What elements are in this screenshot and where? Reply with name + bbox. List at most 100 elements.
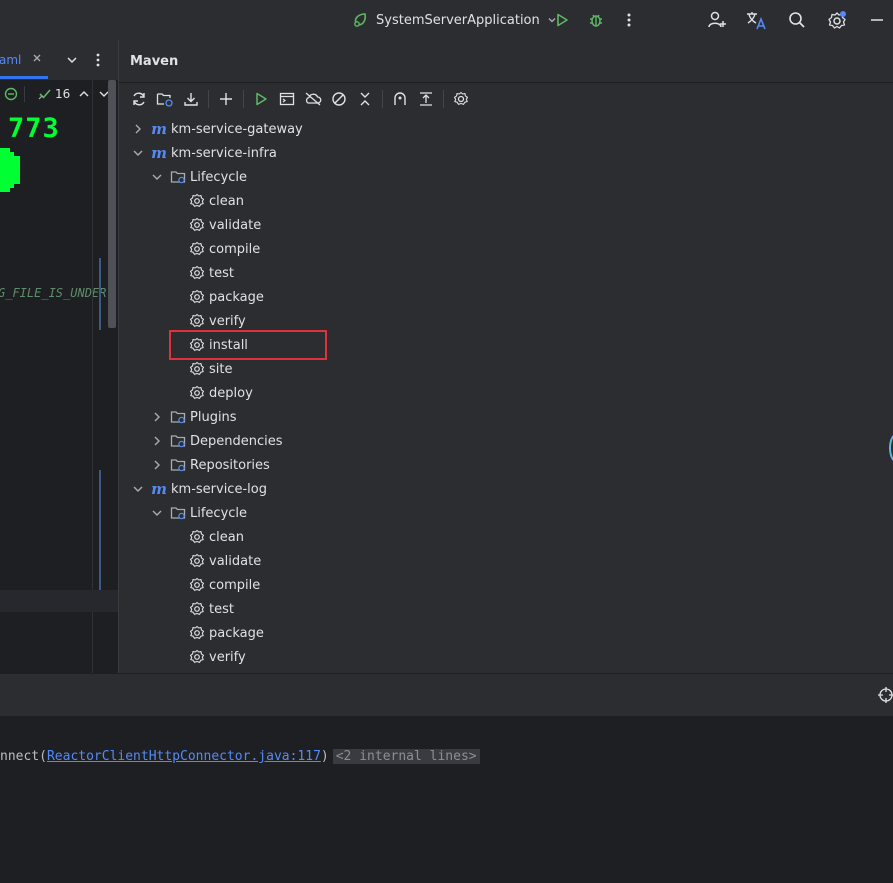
tree-item-label: test: [209, 601, 234, 617]
ascii-banner-text: 773: [8, 113, 60, 144]
tree-item-goal[interactable]: test: [119, 261, 893, 285]
skip-tests-button[interactable]: [328, 88, 350, 110]
cloud-off-icon: [304, 92, 322, 106]
tree-item-label: test: [209, 265, 234, 281]
chevron-down-icon[interactable]: [150, 170, 164, 184]
toolbar-divider: [208, 90, 209, 108]
download-icon: [183, 91, 199, 107]
chevron-down-icon[interactable]: [131, 146, 145, 160]
inspection-widget: 16: [0, 80, 118, 108]
debug-button[interactable]: [585, 9, 607, 31]
run-configuration-selector[interactable]: SystemServerApplication: [352, 9, 558, 31]
tree-item-goal[interactable]: compile: [119, 237, 893, 261]
expand-all-button[interactable]: [415, 88, 437, 110]
tree-item-folder[interactable]: Dependencies: [119, 429, 893, 453]
settings-button[interactable]: [826, 9, 848, 31]
stacktrace-link[interactable]: ReactorClientHttpConnector.java:117: [47, 749, 321, 764]
chevron-down-icon[interactable]: [131, 482, 145, 496]
show-dependencies-button[interactable]: [389, 88, 411, 110]
chevron-right-icon[interactable]: [150, 410, 164, 424]
tree-item-goal[interactable]: install: [119, 333, 893, 357]
tree-item-label: km-service-gateway: [171, 121, 303, 137]
run-maven-build-button[interactable]: [250, 88, 272, 110]
tree-item-goal[interactable]: verify: [119, 645, 893, 669]
tab-list-chevron-icon[interactable]: [66, 54, 78, 66]
settings-icon: [827, 10, 847, 30]
chevron-up-icon[interactable]: [78, 88, 90, 100]
toolbar-divider: [382, 90, 383, 108]
folder-icon: [170, 505, 186, 521]
gear-icon: [189, 553, 205, 569]
tree-item-module[interactable]: m km-service-infra: [119, 141, 893, 165]
tree-item-goal[interactable]: package: [119, 285, 893, 309]
editor-scrollbar[interactable]: [108, 80, 116, 328]
maven-tool-window: Maven m km-service-gateway m km-service-inf…: [119, 40, 893, 673]
code-with-me-button[interactable]: [706, 9, 728, 31]
tree-item-goal[interactable]: site: [119, 357, 893, 381]
editor-tab-label[interactable]: aml: [0, 53, 21, 67]
add-user-icon: [707, 10, 727, 30]
run-button[interactable]: [551, 9, 573, 31]
folder-refresh-icon: [156, 91, 174, 107]
maven-settings-button[interactable]: [450, 88, 472, 110]
gear-icon: [453, 91, 469, 107]
divider: [24, 86, 25, 102]
tree-item-folder[interactable]: Lifecycle: [119, 501, 893, 525]
gear-icon: [189, 385, 205, 401]
tree-item-label: Plugins: [190, 409, 237, 425]
more-vertical-icon: [626, 12, 632, 28]
translate-button[interactable]: [745, 9, 767, 31]
tree-item-goal[interactable]: clean: [119, 525, 893, 549]
tree-item-module[interactable]: m km-service-gateway: [119, 117, 893, 141]
more-actions-button[interactable]: [618, 9, 640, 31]
folded-lines-toggle[interactable]: <2 internal lines>: [332, 749, 480, 764]
chevron-right-icon[interactable]: [150, 434, 164, 448]
maven-title: Maven: [130, 54, 179, 69]
minimize-button[interactable]: [866, 9, 888, 31]
gear-icon: [189, 313, 205, 329]
tree-item-folder[interactable]: Repositories: [119, 453, 893, 477]
tree-item-label: validate: [209, 217, 262, 233]
tree-item-goal[interactable]: validate: [119, 213, 893, 237]
generate-sources-button[interactable]: [154, 88, 176, 110]
tree-item-goal[interactable]: validate: [119, 549, 893, 573]
tree-item-goal[interactable]: compile: [119, 573, 893, 597]
folder-icon: [170, 169, 186, 185]
tree-item-module[interactable]: m km-service-log: [119, 477, 893, 501]
tree-item-goal[interactable]: deploy: [119, 381, 893, 405]
toggle-offline-button[interactable]: [302, 88, 324, 110]
tree-item-goal[interactable]: clean: [119, 189, 893, 213]
chevron-right-icon[interactable]: [131, 122, 145, 136]
run-panel-header: [0, 673, 893, 717]
tree-item-goal[interactable]: verify: [119, 309, 893, 333]
code-fragment: G_FILE_IS_UNDER: [0, 286, 107, 300]
collapse-all-button[interactable]: [354, 88, 376, 110]
tree-item-goal[interactable]: test: [119, 597, 893, 621]
execute-goal-button[interactable]: [276, 88, 298, 110]
tree-item-goal[interactable]: package: [119, 621, 893, 645]
tree-item-label: Dependencies: [190, 433, 283, 449]
toolbar-divider: [243, 90, 244, 108]
tree-item-folder[interactable]: Lifecycle: [119, 165, 893, 189]
inspection-count[interactable]: 16: [55, 87, 70, 101]
gear-icon: [189, 529, 205, 545]
tree-item-label: Lifecycle: [190, 169, 248, 185]
tree-item-folder[interactable]: Plugins: [119, 405, 893, 429]
folder-icon: [170, 433, 186, 449]
collapse-circle-icon[interactable]: [4, 87, 18, 101]
folder-icon: [170, 409, 186, 425]
search-button[interactable]: [786, 9, 808, 31]
maven-module-icon: m: [151, 120, 167, 138]
chevron-down-icon[interactable]: [150, 506, 164, 520]
more-vertical-icon[interactable]: [95, 53, 101, 67]
download-sources-button[interactable]: [180, 88, 202, 110]
tree-item-label: clean: [209, 193, 244, 209]
gear-icon: [189, 337, 205, 353]
reload-button[interactable]: [128, 88, 150, 110]
gear-icon: [189, 217, 205, 233]
add-project-button[interactable]: [215, 88, 237, 110]
crosshair-icon[interactable]: [878, 687, 893, 703]
gear-icon: [189, 193, 205, 209]
chevron-right-icon[interactable]: [150, 458, 164, 472]
close-tab-icon[interactable]: [32, 53, 42, 63]
